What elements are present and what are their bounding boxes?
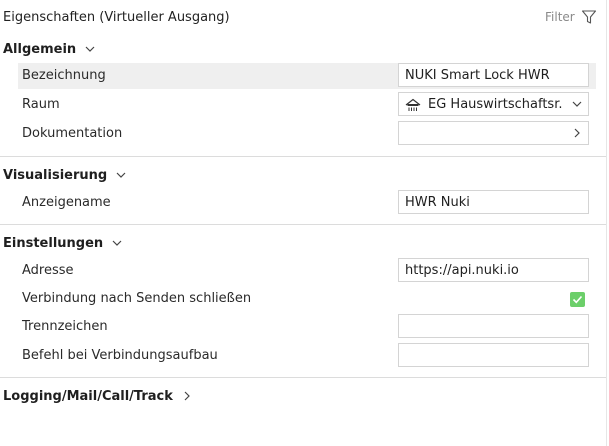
section-einstellungen-label: Einstellungen (3, 235, 104, 251)
row-label: Trennzeichen (22, 319, 108, 334)
row-raum: Raum EG Hauswirtschaftsr. (18, 92, 596, 118)
row-label: Anzeigename (22, 195, 111, 210)
divider (0, 156, 607, 157)
row-label: Bezeichnung (22, 68, 106, 83)
checkmark-icon (572, 295, 583, 304)
chevron-down-icon (572, 101, 582, 107)
row-label: Verbindung nach Senden schließen (22, 291, 252, 306)
panel-border (606, 0, 607, 446)
row-bezeichnung: Bezeichnung NUKI Smart Lock HWR (18, 63, 596, 89)
adresse-field[interactable]: https://api.nuki.io (398, 258, 589, 282)
row-dokumentation: Dokumentation (18, 121, 596, 147)
panel-header: Eigenschaften (Virtueller Ausgang) Filte… (0, 0, 607, 36)
field-value: EG Hauswirtschaftsr. (428, 97, 563, 112)
dokumentation-field[interactable] (398, 121, 589, 145)
chevron-right-icon (574, 128, 580, 138)
filter-label[interactable]: Filter (545, 10, 575, 24)
row-label: Dokumentation (22, 126, 123, 141)
section-einstellungen[interactable]: Einstellungen (3, 233, 123, 253)
section-visualisierung[interactable]: Visualisierung (3, 165, 127, 185)
section-visualisierung-label: Visualisierung (3, 167, 108, 183)
chevron-down-icon (112, 240, 122, 246)
bezeichnung-field[interactable]: NUKI Smart Lock HWR (398, 63, 589, 87)
section-logging-label: Logging/Mail/Call/Track (3, 388, 173, 404)
filter-icon[interactable] (581, 9, 597, 25)
chevron-right-icon (184, 391, 190, 401)
row-label: Adresse (22, 263, 74, 278)
row-adresse: Adresse https://api.nuki.io (18, 258, 596, 284)
row-trennzeichen: Trennzeichen (18, 314, 596, 340)
section-allgemein-label: Allgemein (3, 41, 77, 57)
properties-panel: Eigenschaften (Virtueller Ausgang) Filte… (0, 0, 609, 446)
raum-dropdown[interactable]: EG Hauswirtschaftsr. (398, 92, 589, 116)
befehl-field[interactable] (398, 343, 589, 367)
row-verbindung: Verbindung nach Senden schließen (18, 286, 596, 312)
divider (0, 377, 607, 378)
chevron-down-icon (85, 46, 95, 52)
trennzeichen-field[interactable] (398, 314, 589, 338)
divider (0, 224, 607, 225)
field-value: https://api.nuki.io (405, 263, 519, 278)
row-label: Raum (22, 97, 60, 112)
section-logging[interactable]: Logging/Mail/Call/Track (3, 386, 193, 406)
verbindung-checkbox[interactable] (570, 292, 585, 307)
room-icon (405, 98, 421, 111)
chevron-down-icon (116, 172, 126, 178)
row-befehl: Befehl bei Verbindungsaufbau (18, 343, 596, 369)
field-value: NUKI Smart Lock HWR (405, 68, 550, 83)
panel-title: Eigenschaften (Virtueller Ausgang) (3, 10, 230, 25)
row-anzeigename: Anzeigename HWR Nuki (18, 190, 596, 216)
anzeigename-field[interactable]: HWR Nuki (398, 190, 589, 214)
row-label: Befehl bei Verbindungsaufbau (22, 348, 218, 363)
field-value: HWR Nuki (405, 195, 470, 210)
section-allgemein[interactable]: Allgemein (3, 39, 96, 59)
